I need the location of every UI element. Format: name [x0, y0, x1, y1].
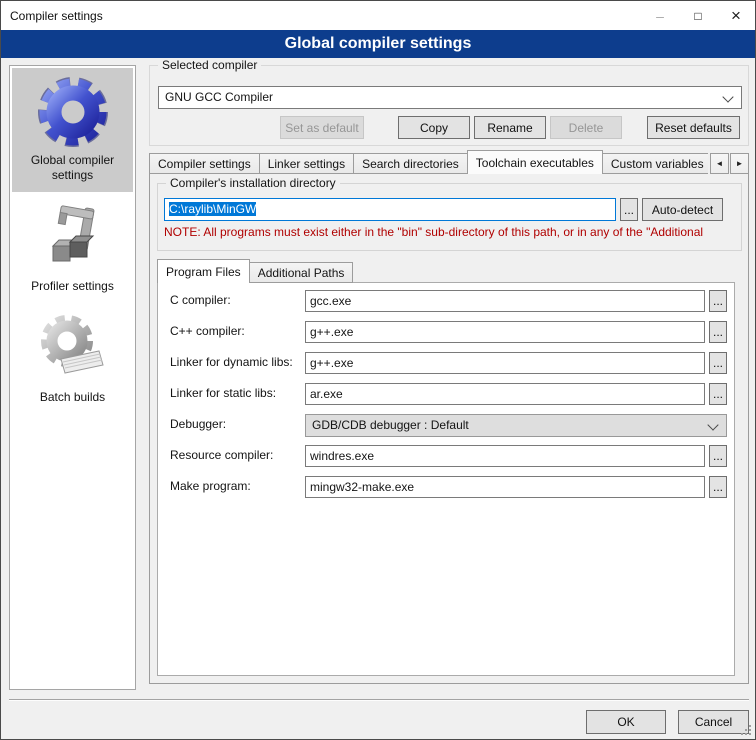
- installation-directory-input[interactable]: C:\raylib\MinGW: [164, 198, 616, 221]
- tab-search-directories[interactable]: Search directories: [353, 153, 468, 174]
- sidebar-item-label: Batch builds: [40, 390, 105, 404]
- tab-scroll-left-button[interactable]: ◄: [710, 153, 729, 174]
- resource-compiler-input[interactable]: windres.exe: [305, 445, 705, 467]
- maximize-button[interactable]: □: [679, 1, 717, 30]
- maximize-icon: □: [694, 9, 701, 23]
- cpp-compiler-browse-button[interactable]: ...: [709, 321, 727, 343]
- tab-scroll-right-button[interactable]: ►: [730, 153, 749, 174]
- form-row: Linker for static libs: ar.exe ...: [158, 383, 734, 407]
- form-row: Linker for dynamic libs: g++.exe ...: [158, 352, 734, 376]
- installation-directory-group: Compiler's installation directory C:\ray…: [157, 183, 742, 251]
- group-legend: Compiler's installation directory: [166, 176, 340, 190]
- make-program-browse-button[interactable]: ...: [709, 476, 727, 498]
- tab-linker-settings[interactable]: Linker settings: [259, 153, 354, 174]
- window-title: Compiler settings: [10, 9, 103, 23]
- gray-gear-stack-icon: [37, 313, 109, 385]
- window-controls: – □ ×: [641, 1, 755, 30]
- field-value: windres.exe: [310, 449, 374, 463]
- tab-compiler-settings[interactable]: Compiler settings: [149, 153, 260, 174]
- field-value: g++.exe: [310, 325, 353, 339]
- sidebar-item-batch-builds[interactable]: Batch builds: [12, 305, 133, 414]
- caliper-icon: [37, 202, 109, 274]
- tab-scroll-arrows: ◄ ►: [708, 149, 749, 174]
- program-files-page: C compiler: gcc.exe ... C++ compiler: g+…: [157, 282, 735, 676]
- ok-button[interactable]: OK: [586, 710, 666, 734]
- bin-note-text: NOTE: All programs must exist either in …: [164, 225, 738, 239]
- main-tabbar: Compiler settings Linker settings Search…: [149, 149, 749, 174]
- auto-detect-button[interactable]: Auto-detect: [642, 198, 723, 221]
- debugger-select[interactable]: GDB/CDB debugger : Default: [305, 414, 727, 437]
- form-row: Resource compiler: windres.exe ...: [158, 445, 734, 469]
- field-label: Resource compiler:: [170, 448, 273, 462]
- c-compiler-browse-button[interactable]: ...: [709, 290, 727, 312]
- chevron-down-icon: [722, 91, 733, 102]
- header-banner: Global compiler settings: [1, 30, 755, 58]
- selected-path-text: C:\raylib\MinGW: [169, 202, 256, 216]
- form-row: Make program: mingw32-make.exe ...: [158, 476, 734, 500]
- field-value: g++.exe: [310, 356, 353, 370]
- compiler-select[interactable]: GNU GCC Compiler: [158, 86, 742, 109]
- field-value: mingw32-make.exe: [310, 480, 414, 494]
- sidebar: Global compiler settings Profiler settin…: [9, 65, 136, 690]
- rename-button[interactable]: Rename: [474, 116, 546, 139]
- reset-defaults-button[interactable]: Reset defaults: [647, 116, 740, 139]
- field-value: ar.exe: [310, 387, 343, 401]
- resize-grip[interactable]: [739, 723, 752, 736]
- selected-compiler-group: Selected compiler GNU GCC Compiler Set a…: [149, 65, 749, 146]
- group-legend: Selected compiler: [158, 58, 261, 72]
- delete-button[interactable]: Delete: [550, 116, 622, 139]
- chevron-down-icon: [707, 419, 718, 430]
- compiler-settings-dialog: Compiler settings – □ × Global compiler …: [0, 0, 756, 740]
- close-button[interactable]: ×: [717, 1, 755, 30]
- subtab-program-files[interactable]: Program Files: [157, 259, 250, 283]
- close-icon: ×: [731, 6, 741, 26]
- tab-toolchain-executables[interactable]: Toolchain executables: [467, 150, 603, 174]
- minimize-button[interactable]: –: [641, 1, 679, 30]
- sidebar-item-label: Profiler settings: [31, 279, 114, 293]
- field-label: Debugger:: [170, 417, 226, 431]
- dynamic-linker-browse-button[interactable]: ...: [709, 352, 727, 374]
- static-linker-browse-button[interactable]: ...: [709, 383, 727, 405]
- blue-gear-icon: [37, 76, 109, 148]
- field-value: gcc.exe: [310, 294, 351, 308]
- field-label: Linker for static libs:: [170, 386, 276, 400]
- set-as-default-button[interactable]: Set as default: [280, 116, 364, 139]
- field-label: Make program:: [170, 479, 251, 493]
- field-label: C++ compiler:: [170, 324, 245, 338]
- dynamic-linker-input[interactable]: g++.exe: [305, 352, 705, 374]
- form-row: C compiler: gcc.exe ...: [158, 290, 734, 314]
- installation-directory-browse-button[interactable]: ...: [620, 198, 638, 221]
- cpp-compiler-input[interactable]: g++.exe: [305, 321, 705, 343]
- static-linker-input[interactable]: ar.exe: [305, 383, 705, 405]
- title-bar: Compiler settings – □ ×: [1, 1, 755, 30]
- toolchain-executables-page: Compiler's installation directory C:\ray…: [149, 173, 749, 684]
- form-row: Debugger: GDB/CDB debugger : Default: [158, 414, 734, 438]
- sidebar-item-label: Global compiler settings: [31, 153, 114, 182]
- right-arrow-icon: ►: [736, 159, 744, 168]
- page-title: Global compiler settings: [285, 35, 472, 52]
- compiler-select-value: GNU GCC Compiler: [165, 90, 273, 104]
- footer-divider: [9, 699, 749, 701]
- minimize-icon: –: [656, 8, 664, 24]
- field-label: Linker for dynamic libs:: [170, 355, 293, 369]
- tab-custom-variables[interactable]: Custom variables: [602, 153, 713, 174]
- c-compiler-input[interactable]: gcc.exe: [305, 290, 705, 312]
- sidebar-item-global-compiler-settings[interactable]: Global compiler settings: [12, 68, 133, 192]
- left-arrow-icon: ◄: [716, 159, 724, 168]
- copy-button[interactable]: Copy: [398, 116, 470, 139]
- program-files-tabbar: Program Files Additional Paths: [157, 258, 742, 283]
- subtab-additional-paths[interactable]: Additional Paths: [249, 262, 354, 283]
- form-row: C++ compiler: g++.exe ...: [158, 321, 734, 345]
- field-label: C compiler:: [170, 293, 231, 307]
- make-program-input[interactable]: mingw32-make.exe: [305, 476, 705, 498]
- debugger-select-value: GDB/CDB debugger : Default: [312, 418, 469, 432]
- sidebar-item-profiler-settings[interactable]: Profiler settings: [12, 194, 133, 303]
- resource-compiler-browse-button[interactable]: ...: [709, 445, 727, 467]
